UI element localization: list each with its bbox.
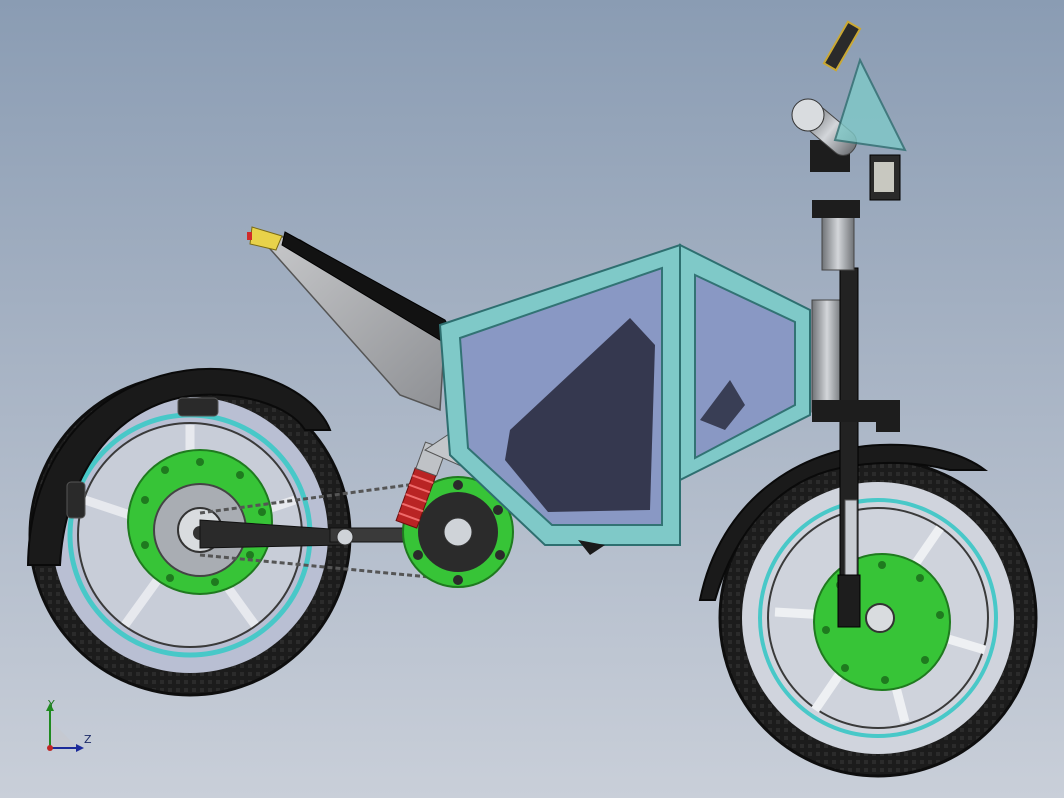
head-tube <box>811 299 843 413</box>
y-axis-label: Y <box>48 698 55 711</box>
fork-brake-caliper <box>876 400 900 432</box>
front-axle <box>865 603 895 633</box>
rear-fender-bracket <box>177 397 219 417</box>
steering-stem <box>821 209 855 271</box>
coordinate-triad: Y Z <box>38 698 98 758</box>
tail-reflector <box>247 232 252 240</box>
rear-fender-clip <box>66 481 86 519</box>
swingarm-pivot <box>336 528 354 546</box>
electric-motorcycle-model[interactable] <box>0 0 1064 798</box>
tail-light <box>249 226 283 251</box>
upper-triple-clamp <box>812 200 860 218</box>
fork-lower <box>837 574 861 628</box>
steering-motor-label <box>874 162 894 192</box>
handlebar-end <box>791 98 825 132</box>
dashboard-bracket <box>833 57 907 152</box>
cad-viewport[interactable]: Y Z <box>0 0 1064 798</box>
z-axis-label: Z <box>84 733 92 746</box>
display-screen <box>822 20 862 72</box>
triad-axes <box>46 703 84 752</box>
